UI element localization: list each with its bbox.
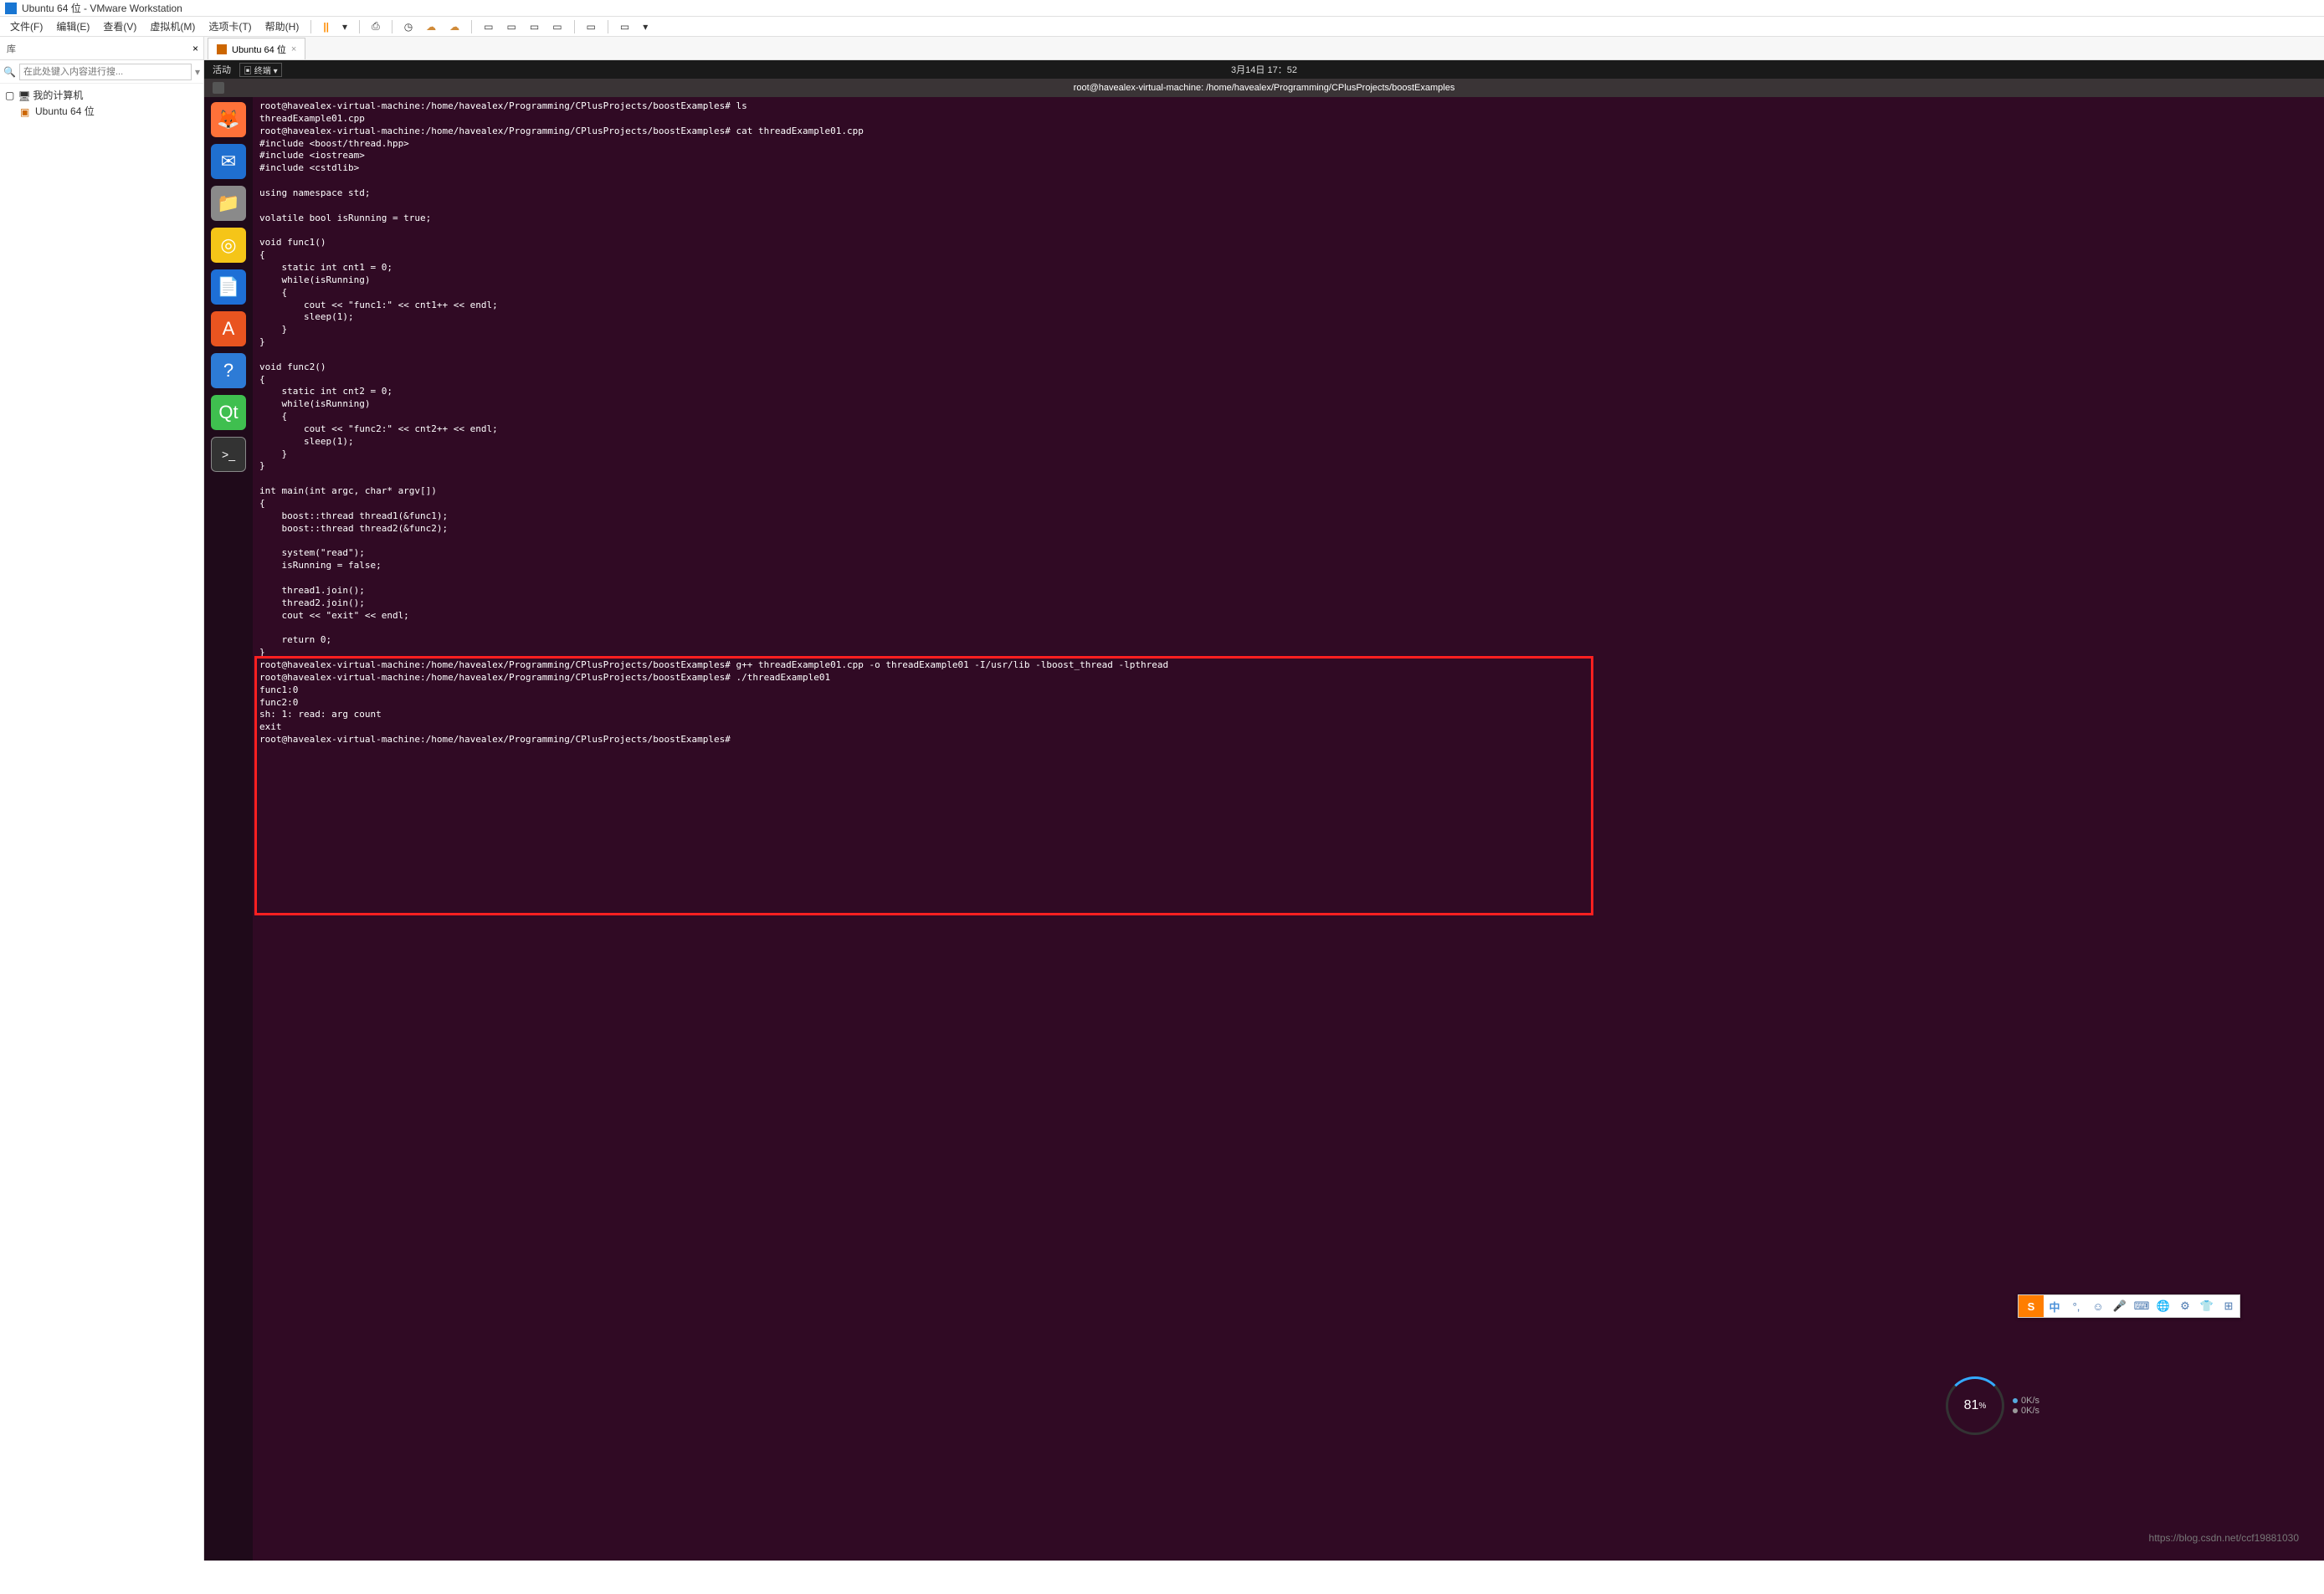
view-icon-1[interactable]: ▭: [477, 21, 500, 33]
sidebar-tab-label: 库: [7, 42, 16, 55]
window-title: Ubuntu 64 位 - VMware Workstation: [22, 1, 182, 15]
help-icon[interactable]: ?: [211, 353, 246, 388]
ime-item-6[interactable]: 👕: [2196, 1295, 2218, 1317]
unity-icon[interactable]: ▭: [613, 21, 636, 33]
terminal-indicator-icon: ▣: [244, 67, 252, 76]
vm-display: 🦊 ✉ 📁 ◎ 📄 A? Qt >_ root@havealex-virtual-machin…: [204, 97, 2324, 1561]
ubuntu-activities[interactable]: 活动: [213, 63, 231, 76]
ime-item-2[interactable]: 🎤: [2109, 1295, 2131, 1317]
unity-dropdown-icon[interactable]: ▾: [636, 21, 654, 33]
view-icon-2[interactable]: ▭: [500, 21, 523, 33]
vm-tab-label: Ubuntu 64 位: [232, 43, 286, 56]
sidebar-tab-library[interactable]: 库: [0, 42, 23, 55]
main-area: Ubuntu 64 位 × 活动 ▣ 终端 ▾ 3月14日 17：52 . ro…: [204, 37, 2324, 1561]
menu-bar: 文件(F) 编辑(E) 查看(V) 虚拟机(M) 选项卡(T) 帮助(H) ||…: [0, 17, 2324, 37]
software-icon[interactable]: A: [211, 311, 246, 346]
view-icon-4[interactable]: ▭: [546, 21, 568, 33]
pause-button[interactable]: ||: [316, 21, 336, 33]
vm-tab-strip: Ubuntu 64 位 ×: [204, 37, 2324, 60]
qtcreator-icon[interactable]: Qt: [211, 395, 246, 430]
ubuntu-launcher: 🦊 ✉ 📁 ◎ 📄 A? Qt >_: [204, 97, 253, 1561]
cpu-ring-icon: 81%: [1946, 1376, 2004, 1435]
rhythmbox-icon[interactable]: ◎: [211, 228, 246, 263]
ime-logo-icon[interactable]: S: [2019, 1295, 2044, 1317]
system-monitor-widget: 81% 0K/s 0K/s: [1946, 1376, 2039, 1435]
terminal-icon[interactable]: >_: [211, 437, 246, 472]
watermark-text: https://blog.csdn.net/ccf19881030: [2149, 1532, 2299, 1544]
tree-child-label: Ubuntu 64 位: [35, 104, 95, 118]
upload-rate: 0K/s: [2021, 1396, 2039, 1406]
ime-lang-button[interactable]: 中: [2044, 1295, 2065, 1317]
sidebar-tree: ▢ 🖥 我的计算机 ▣ Ubuntu 64 位: [0, 84, 203, 122]
tree-node-my-computer[interactable]: ▢ 🖥 我的计算机: [5, 87, 198, 103]
sep: [359, 20, 360, 33]
window-title-bar: Ubuntu 64 位 - VMware Workstation: [0, 0, 2324, 17]
writer-icon[interactable]: 📄: [211, 269, 246, 305]
vm-tab-icon: [217, 44, 227, 54]
snapshot-icon[interactable]: ☁: [419, 21, 443, 33]
print-icon[interactable]: ⎙: [365, 20, 387, 33]
menu-vm[interactable]: 虚拟机(M): [143, 19, 202, 33]
vm-icon: ▣: [20, 106, 32, 116]
sidebar-search: 🔍 ▾: [0, 60, 203, 84]
tree-root-label: 我的计算机: [33, 88, 83, 102]
ime-item-0[interactable]: °,: [2065, 1295, 2087, 1317]
terminal-title-text: root@havealex-virtual-machine: /home/hav…: [1074, 83, 1455, 93]
thunderbird-icon[interactable]: ✉: [211, 144, 246, 179]
menu-edit[interactable]: 编辑(E): [49, 19, 96, 33]
clock-icon[interactable]: ◷: [398, 21, 419, 33]
fullscreen-icon[interactable]: ▭: [580, 21, 603, 33]
download-dot-icon: [2013, 1408, 2018, 1413]
sep: [471, 20, 472, 33]
sep: [574, 20, 575, 33]
gnome-window-corner: [213, 82, 224, 94]
ubuntu-app-indicator[interactable]: ▣ 终端 ▾: [239, 63, 282, 77]
vm-tab-ubuntu[interactable]: Ubuntu 64 位 ×: [208, 38, 305, 59]
gnome-corner-icon[interactable]: [213, 82, 224, 94]
menu-file[interactable]: 文件(F): [3, 19, 49, 33]
ubuntu-top-bar: 活动 ▣ 终端 ▾ 3月14日 17：52 .: [204, 60, 2324, 79]
menu-help[interactable]: 帮助(H): [259, 19, 306, 33]
cpu-unit: %: [1978, 1402, 1986, 1411]
files-icon[interactable]: 📁: [211, 186, 246, 221]
workspace: 库 × 🔍 ▾ ▢ 🖥 我的计算机 ▣ Ubuntu 64 位 Ub: [0, 37, 2324, 1561]
ime-item-7[interactable]: ⊞: [2218, 1295, 2239, 1317]
app-icon: [5, 3, 17, 14]
upload-dot-icon: [2013, 1398, 2018, 1403]
terminal-body[interactable]: root@havealex-virtual-machine:/home/have…: [253, 97, 2324, 1561]
ime-item-4[interactable]: 🌐: [2152, 1295, 2174, 1317]
ime-item-1[interactable]: ☺: [2087, 1295, 2109, 1317]
vm-tab-close-icon[interactable]: ×: [291, 44, 296, 54]
cpu-percent: 81: [1964, 1398, 1979, 1413]
sidebar-tab-close-icon[interactable]: ×: [192, 43, 198, 54]
menu-view[interactable]: 查看(V): [96, 19, 143, 33]
search-icon: 🔍: [3, 66, 16, 78]
ime-item-3[interactable]: ⌨: [2131, 1295, 2152, 1317]
search-dropdown-icon[interactable]: ▾: [195, 66, 200, 78]
menu-sep: [310, 20, 311, 33]
view-icon-3[interactable]: ▭: [523, 21, 546, 33]
tree-node-ubuntu[interactable]: ▣ Ubuntu 64 位: [5, 103, 198, 119]
terminal-title-bar: root@havealex-virtual-machine: /home/hav…: [204, 79, 2324, 97]
net-rows: 0K/s 0K/s: [2013, 1396, 2039, 1416]
collapse-icon: ▢: [5, 90, 14, 101]
sidebar-tab-strip: 库 ×: [0, 37, 203, 60]
ime-item-5[interactable]: ⚙: [2174, 1295, 2196, 1317]
revert-icon[interactable]: ☁: [443, 21, 466, 33]
search-input[interactable]: [19, 64, 192, 80]
dropdown-icon: ▾: [274, 67, 278, 76]
ime-toolbar[interactable]: S 中 °,☺🎤⌨🌐⚙👕⊞: [2018, 1294, 2240, 1318]
sidebar: 库 × 🔍 ▾ ▢ 🖥 我的计算机 ▣ Ubuntu 64 位: [0, 37, 204, 1561]
firefox-icon[interactable]: 🦊: [211, 102, 246, 137]
ubuntu-clock[interactable]: 3月14日 17：52: [1231, 63, 1297, 76]
computer-icon: 🖥: [18, 90, 29, 100]
menu-tabs[interactable]: 选项卡(T): [202, 19, 258, 33]
play-dropdown-icon[interactable]: ▾: [336, 21, 354, 33]
download-rate: 0K/s: [2021, 1406, 2039, 1416]
